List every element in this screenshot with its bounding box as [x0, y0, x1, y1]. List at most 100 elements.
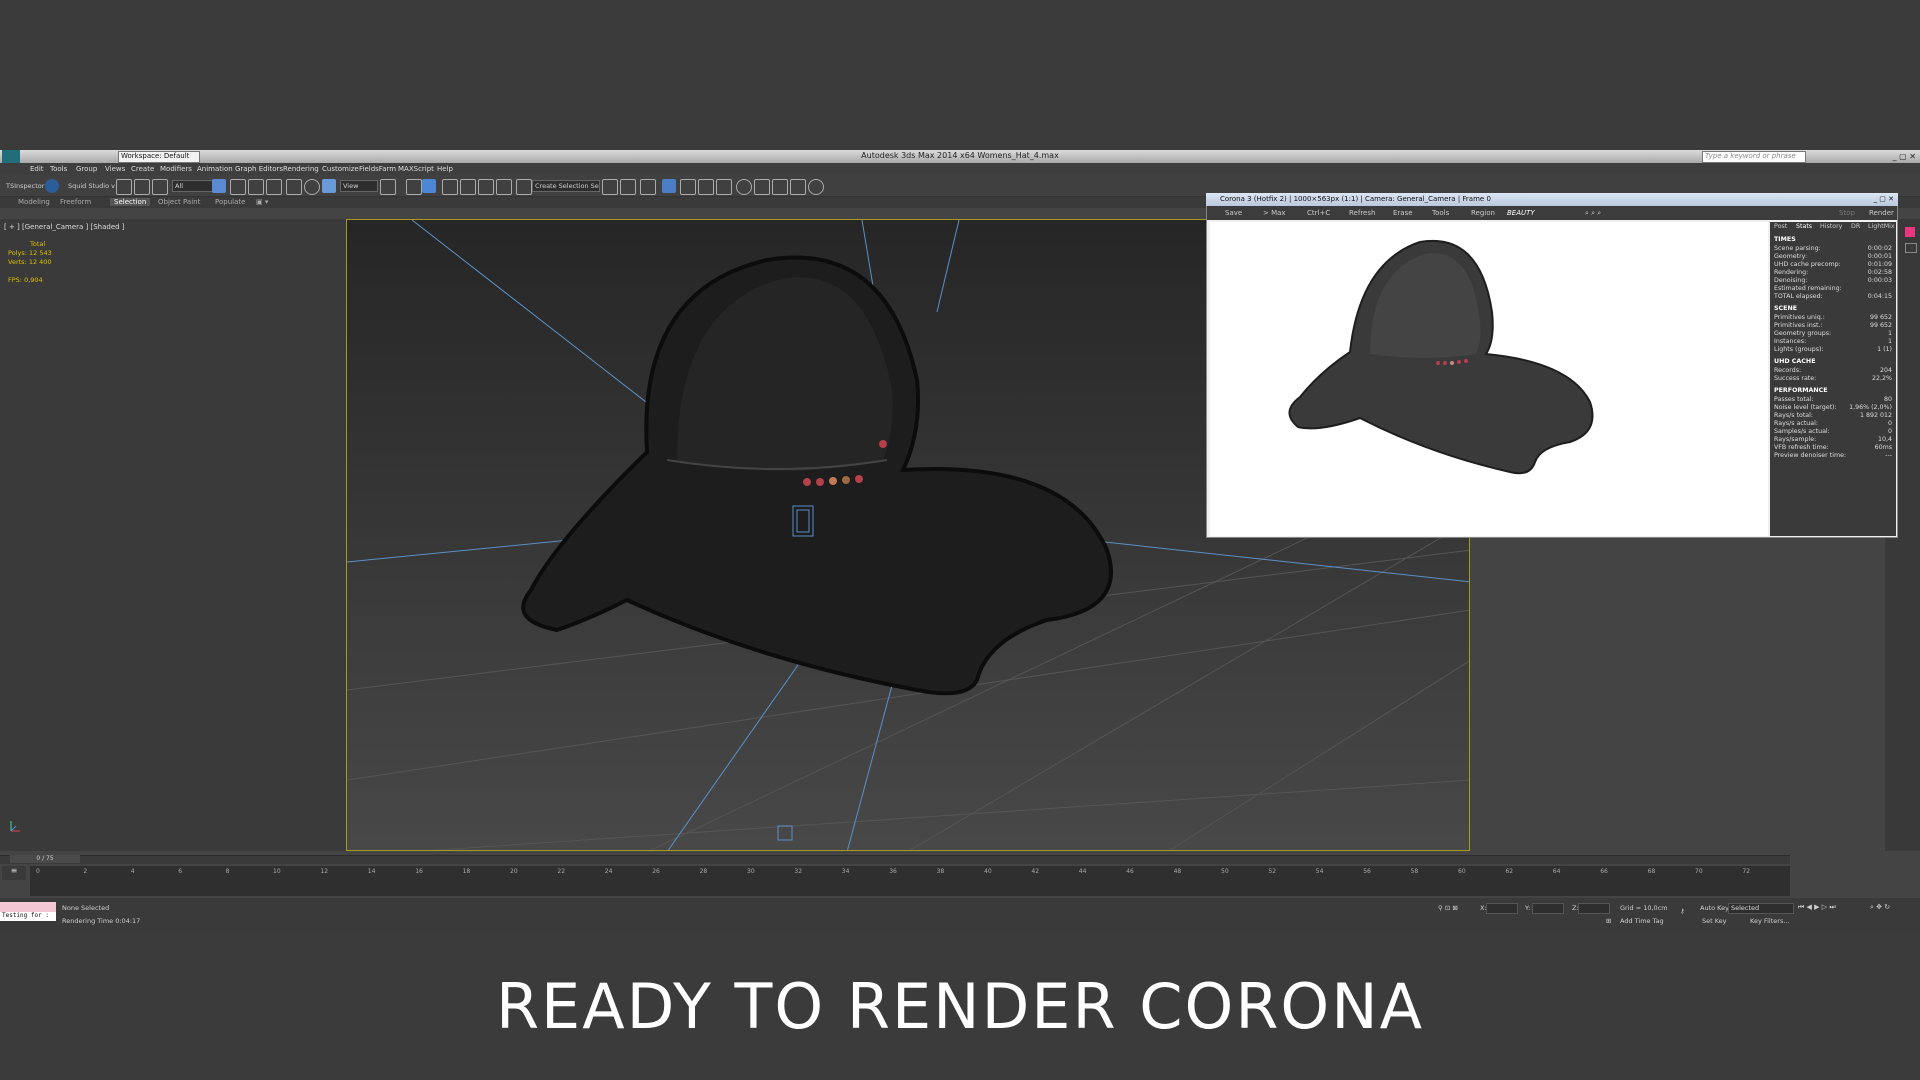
vfb-stop-button[interactable]: Stop: [1839, 209, 1855, 217]
ribbon-tab-populate[interactable]: Populate: [215, 198, 245, 206]
auto-key-button[interactable]: Auto Key: [1700, 904, 1729, 912]
corona-render-icon[interactable]: [808, 179, 824, 195]
rotate-icon[interactable]: [304, 179, 320, 195]
schematic-view-icon[interactable]: [698, 179, 714, 195]
vfb-tab-stats[interactable]: Stats: [1796, 223, 1812, 230]
vfb-region-button[interactable]: Region: [1471, 209, 1495, 217]
snaps-toggle-icon[interactable]: [442, 179, 458, 195]
graphite-tools-icon[interactable]: [662, 179, 676, 193]
stats-value: 99 652: [1869, 322, 1892, 329]
playback-controls-icon[interactable]: ⏮ ◀ ▶ ▷ ⏭: [1798, 903, 1836, 912]
set-key-button[interactable]: Set Key: [1702, 917, 1727, 925]
squid-icon[interactable]: [45, 179, 59, 193]
lock-selection-icon[interactable]: ⚲ ⊡ ⊠: [1438, 904, 1458, 912]
rendered-frame-window-icon[interactable]: [754, 179, 770, 195]
add-time-tag[interactable]: Add Time Tag: [1620, 917, 1664, 925]
viewport-navigation-icons[interactable]: ⌕ ✥ ↻: [1870, 903, 1890, 912]
menu-help[interactable]: Help: [437, 165, 453, 173]
ribbon-tab-selection[interactable]: Selection: [110, 198, 151, 206]
camera-gizmo-icon[interactable]: [777, 825, 793, 841]
menu-tools[interactable]: Tools: [50, 165, 67, 173]
vfb-render-button[interactable]: Render: [1869, 209, 1894, 217]
vfb-tab-dr[interactable]: DR: [1851, 223, 1860, 230]
menu-views[interactable]: Views: [105, 165, 125, 173]
z-coordinate-field[interactable]: [1578, 903, 1610, 914]
track-bar[interactable]: 0 2 4 6 8 10 12 14 16 18 20 22 24 26 28 30 32 34 36 38 40 42 4…: [30, 866, 1790, 896]
layer-manager-icon[interactable]: [640, 179, 656, 195]
time-slider[interactable]: [0, 855, 1790, 864]
edit-named-selection-icon[interactable]: [516, 179, 532, 195]
move-icon[interactable]: [286, 179, 302, 195]
stats-value: 0: [1887, 428, 1892, 435]
menu-create[interactable]: Create: [131, 165, 154, 173]
vfb-tab-post[interactable]: Post: [1774, 223, 1787, 230]
reference-coordinate-dropdown[interactable]: View: [340, 180, 378, 192]
squid-studio-label[interactable]: Squid Studio v: [68, 182, 115, 190]
menu-customize[interactable]: Customize: [322, 165, 359, 173]
menu-edit[interactable]: Edit: [30, 165, 44, 173]
menu-rendering[interactable]: Rendering: [283, 165, 319, 173]
align-icon[interactable]: [620, 179, 636, 195]
vfb-save-button[interactable]: Save: [1225, 209, 1242, 217]
vfb-window-controls[interactable]: _ ▢ ✕: [1874, 193, 1894, 206]
mini-curve-editor-icon[interactable]: ≡: [2, 866, 26, 880]
pivot-center-icon[interactable]: [380, 179, 396, 195]
x-coordinate-field[interactable]: [1486, 903, 1518, 914]
ribbon-tab-object-paint[interactable]: Object Paint: [158, 198, 200, 206]
scroll-icon[interactable]: [1905, 243, 1917, 253]
keyboard-shortcut-icon[interactable]: [422, 179, 436, 193]
selection-filter-dropdown[interactable]: All: [172, 180, 213, 192]
menu-fieldsfarm[interactable]: FieldsFarm: [359, 165, 396, 173]
time-tag-icon[interactable]: ⊞: [1606, 917, 1611, 925]
unlink-icon[interactable]: [134, 179, 150, 195]
track-bar-tick-label: 56: [1363, 868, 1371, 875]
render-setup-icon[interactable]: [736, 179, 752, 195]
track-bar-tick-label: 54: [1315, 868, 1324, 875]
ribbon-toggle-icon[interactable]: ▣ ▾: [256, 198, 268, 206]
frame-counter[interactable]: 0 / 75: [10, 855, 80, 863]
scale-icon[interactable]: [322, 179, 336, 193]
vfb-erase-button[interactable]: Erase: [1393, 209, 1413, 217]
ribbon-tab-freeform[interactable]: Freeform: [60, 198, 91, 206]
vfb-zoom-icons[interactable]: ⌕ ⌕ ⌕: [1585, 209, 1601, 218]
vfb-channel-dropdown[interactable]: BEAUTY: [1507, 209, 1535, 217]
ribbon-tab-modeling[interactable]: Modeling: [18, 198, 50, 206]
teapot-render-icon[interactable]: [790, 179, 806, 195]
bind-space-warp-icon[interactable]: [152, 179, 168, 195]
material-editor-icon[interactable]: [716, 179, 732, 195]
menu-group[interactable]: Group: [76, 165, 97, 173]
angle-snap-icon[interactable]: [460, 179, 476, 195]
select-and-manipulate-icon[interactable]: [406, 179, 422, 195]
vfb-refresh-button[interactable]: Refresh: [1349, 209, 1375, 217]
key-filters-button[interactable]: Key Filters...: [1750, 917, 1790, 925]
window-controls[interactable]: _ ▢ ✕: [1893, 152, 1916, 161]
color-swatch-icon[interactable]: [1905, 227, 1915, 237]
percent-snap-icon[interactable]: [478, 179, 494, 195]
key-mode-dropdown[interactable]: Selected: [1728, 903, 1794, 914]
vfb-tools-button[interactable]: Tools: [1432, 209, 1449, 217]
vfb-to-max-button[interactable]: > Max: [1263, 209, 1286, 217]
rectangular-selection-icon[interactable]: [248, 179, 264, 195]
menu-animation[interactable]: Animation: [197, 165, 233, 173]
maxscript-listener-input[interactable]: Testing for :: [0, 912, 56, 921]
window-crossing-icon[interactable]: [266, 179, 282, 195]
select-by-name-icon[interactable]: [230, 179, 246, 195]
menu-modifiers[interactable]: Modifiers: [160, 165, 192, 173]
search-input[interactable]: Type a keyword or phrase: [1702, 151, 1806, 163]
render-production-icon[interactable]: [772, 179, 788, 195]
viewport-label[interactable]: [ + ] [General_Camera ] [Shaded ]: [4, 223, 125, 231]
vfb-tab-lightmix[interactable]: LightMix: [1868, 223, 1895, 230]
curve-editor-icon[interactable]: [680, 179, 696, 195]
menu-graph-editors[interactable]: Graph Editors: [235, 165, 283, 173]
key-icon[interactable]: ⚷: [1680, 907, 1685, 915]
named-selection-dropdown[interactable]: Create Selection Se: [532, 180, 600, 192]
select-object-icon[interactable]: [212, 179, 226, 193]
mirror-icon[interactable]: [602, 179, 618, 195]
menu-maxscript[interactable]: MAXScript: [398, 165, 434, 173]
vfb-tab-history[interactable]: History: [1820, 223, 1842, 230]
link-icon[interactable]: [116, 179, 132, 195]
ts-inspector-label[interactable]: TSInspector: [6, 182, 44, 190]
y-coordinate-field[interactable]: [1532, 903, 1564, 914]
vfb-copy-button[interactable]: Ctrl+C: [1307, 209, 1330, 217]
spinner-snap-icon[interactable]: [496, 179, 512, 195]
